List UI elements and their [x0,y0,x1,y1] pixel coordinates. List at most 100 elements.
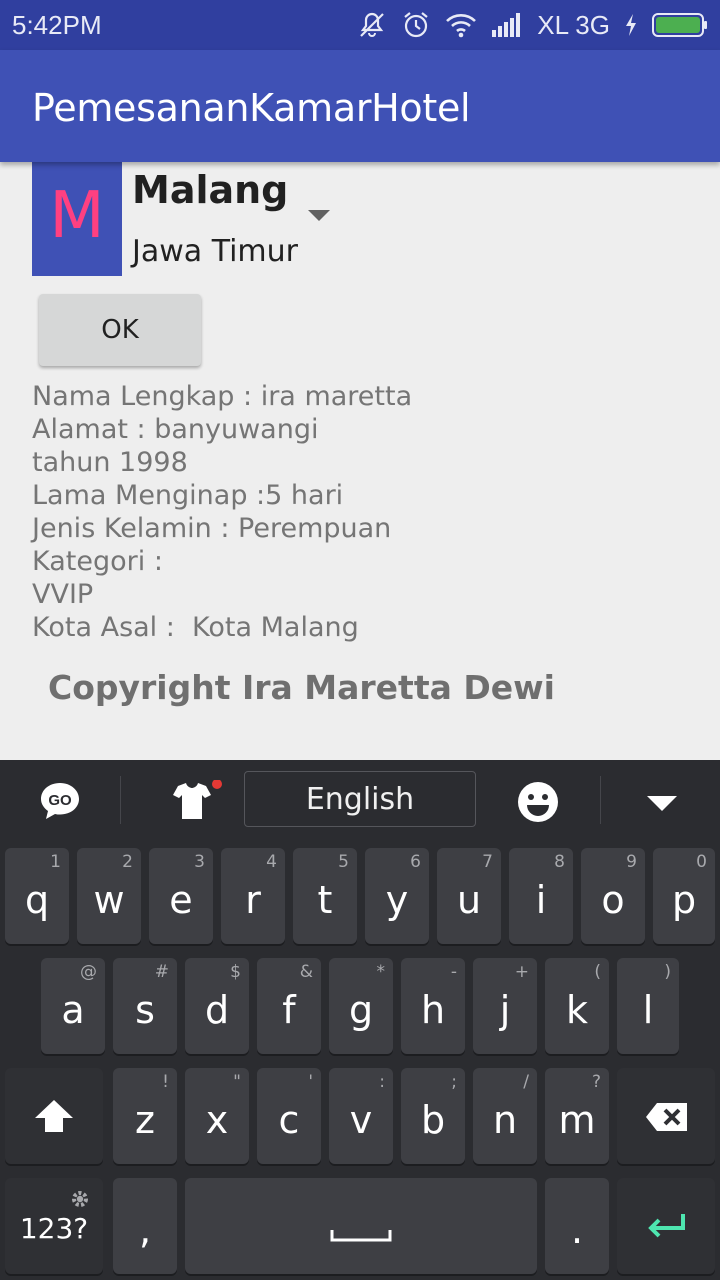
status-bar: 5:42PM XL 3G [0,0,720,50]
key-h[interactable]: -h [401,958,465,1054]
key-b[interactable]: ; b [401,1068,465,1164]
comma-key[interactable]: , [113,1178,177,1274]
key-g[interactable]: * g [329,958,393,1054]
key-label: p [671,878,697,922]
shift-key[interactable] [5,1068,103,1164]
key-s[interactable]: # s [113,958,177,1054]
symbols-key[interactable]: 123? [5,1178,103,1274]
key-y[interactable]: 6y [365,848,429,944]
key-label: x [205,1098,229,1142]
alarm-icon [401,10,431,40]
key-label: n [492,1098,518,1142]
go-keyboard-logo-icon[interactable]: GO [36,778,84,824]
key-hint: 7 [482,852,493,872]
charging-icon [624,13,638,37]
hide-keyboard-icon[interactable] [640,788,684,818]
key-hint: 0 [696,852,707,872]
key-i[interactable]: 8i [509,848,573,944]
enter-key[interactable] [617,1178,715,1274]
key-z[interactable]: ! z [113,1068,177,1164]
key-l[interactable]: ) l [617,958,679,1054]
key-hint: & [299,962,313,982]
result-text: Nama Lengkap : ira maretta Alamat : bany… [32,380,412,644]
ok-button[interactable]: OK [39,294,201,366]
key-e[interactable]: 3e [149,848,213,944]
signal-icon [491,12,523,38]
key-v[interactable]: :v [329,1068,393,1164]
key-label: u [456,878,482,922]
city-name: Malang [132,168,289,212]
key-hint: ' [308,1072,313,1092]
key-hint: $ [230,962,241,982]
key-q[interactable]: 1q [5,848,69,944]
key-label: k [565,988,588,1032]
mute-icon [357,10,387,40]
app-title: PemesananKamarHotel [32,86,471,130]
key-hint: - [450,962,457,982]
key-hint: * [376,962,386,982]
key-label: z [135,1098,155,1142]
result-line: VVIP [32,579,94,610]
copyright-text: Copyright Ira Maretta Dewi [48,668,555,707]
key-hint: ( [594,962,601,982]
theme-shirt-icon[interactable] [160,778,224,828]
key-label: b [420,1098,446,1142]
period-key[interactable]: . [545,1178,609,1274]
key-hint: " [233,1072,241,1092]
wifi-icon [445,12,477,38]
space-bar-icon [330,1228,392,1249]
backspace-key[interactable] [617,1068,715,1164]
key-label: e [169,878,193,922]
key-hint: 3 [194,852,205,872]
key-hint: + [514,962,529,982]
key-hint: 9 [626,852,637,872]
key-label: w [93,878,125,922]
key-o[interactable]: 9o [581,848,645,944]
key-label: . [570,1208,584,1252]
key-label: f [282,988,296,1032]
key-j[interactable]: + j [473,958,537,1054]
key-label: l [642,988,654,1032]
key-hint: ! [162,1072,169,1092]
key-hint: ) [664,962,671,982]
key-label: c [278,1098,300,1142]
key-a[interactable]: @ a [41,958,105,1054]
toolbar-divider [120,776,121,824]
space-key[interactable] [185,1178,537,1274]
key-d[interactable]: $ d [185,958,249,1054]
key-n[interactable]: / n [473,1068,537,1164]
key-hint: : [379,1072,385,1092]
key-w[interactable]: 2w [77,848,141,944]
key-f[interactable]: & f [257,958,321,1054]
key-label: d [204,988,230,1032]
key-p[interactable]: 0p [653,848,715,944]
result-line: Alamat : banyuwangi [32,414,319,445]
key-label: , [138,1208,152,1252]
city-spinner[interactable]: M Malang Jawa Timur [32,162,342,276]
key-label: q [24,878,50,922]
city-province: Jawa Timur [132,234,298,269]
key-m[interactable]: ? m [545,1068,609,1164]
key-label: h [420,988,446,1032]
shift-icon [33,1098,75,1139]
key-x[interactable]: " x [185,1068,249,1164]
language-selector[interactable]: English [244,771,476,827]
key-c[interactable]: ' c [257,1068,321,1164]
result-line: Jenis Kelamin : Perempuan [32,513,392,544]
backspace-icon [645,1102,689,1137]
key-u[interactable]: 7u [437,848,501,944]
key-label: m [558,1098,596,1142]
key-r[interactable]: 4r [221,848,285,944]
key-label: y [385,878,409,922]
key-hint: 1 [50,852,61,872]
toolbar-divider [600,776,601,824]
key-k[interactable]: (k [545,958,609,1054]
key-t[interactable]: 5t [293,848,357,944]
emoji-icon[interactable] [514,778,562,826]
key-hint: 4 [266,852,277,872]
key-label: v [349,1098,373,1142]
key-label: g [348,988,374,1032]
key-label: s [135,988,155,1032]
symbols-label: 123? [19,1212,89,1245]
result-line: Kota Asal : Kota Malang [32,612,359,643]
